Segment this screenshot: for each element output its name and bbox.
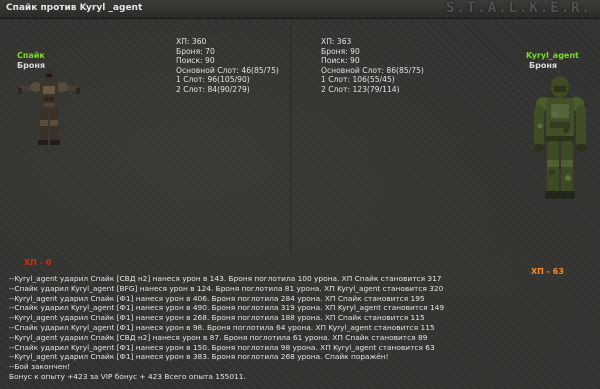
right-stat-hp: ХП: 363 — [321, 37, 352, 46]
exoskeleton-armor-figure-icon — [18, 70, 80, 145]
right-stat-main-slot: Основной Слот: 86(85/75) — [321, 65, 424, 75]
experience-bonus-line: Бонус к опыту +423 за VIP бонус + 423 Вс… — [9, 371, 246, 381]
log-line: --Kyryl_agent ударил Спайк [СВД н2] нане… — [9, 274, 442, 283]
battle-finished-line: --Бой закончен! — [9, 362, 71, 372]
left-fighter-stats: ХП: 360 Броня: 70 Поиск: 90 Основной Сло… — [176, 37, 279, 95]
log-line: --Kyryl_agent ударил Спайк [СВД н2] нане… — [9, 332, 428, 342]
right-fighter-hp-status: ХП - 63 — [531, 267, 564, 276]
log-line: --Спайк ударил Kyryl_agent [Ф1] нанеся у… — [9, 342, 435, 352]
log-line: --Спайк ударил Kyryl_agent [BFG] нанеся … — [9, 283, 444, 293]
left-fighter-name[interactable]: Спайк — [17, 51, 45, 60]
center-divider — [290, 24, 291, 252]
log-line: --Kyryl_agent ударил Спайк [Ф1] нанеся у… — [9, 293, 425, 303]
right-fighter-name[interactable]: Kyryl_agent — [526, 51, 579, 60]
right-stat-armor: Броня: 90 — [321, 46, 360, 56]
left-fighter-hp-status: ХП - 0 — [24, 258, 52, 267]
title-bar: Спайк против Kyryl _agent S.T.A.L.K.E.R. — [0, 0, 600, 19]
right-stat-slot-2: 2 Слот: 123(79/114) — [321, 84, 400, 94]
camo-armor-soldier-figure-icon — [534, 76, 586, 199]
log-line: --Спайк ударил Kyryl_agent [Ф1] нанеся у… — [9, 303, 445, 313]
battle-window: Спайк против Kyryl _agent S.T.A.L.K.E.R.… — [0, 0, 600, 389]
left-stat-armor: Броня: 70 — [176, 46, 215, 56]
right-fighter-armor-label: Броня — [529, 61, 557, 70]
log-line: --Спайк ударил Kyryl_agent [Ф1] нанеся у… — [9, 322, 435, 332]
stalker-logo: S.T.A.L.K.E.R. — [445, 0, 592, 16]
right-fighter-stats: ХП: 363 Броня: 90 Поиск: 90 Основной Сло… — [321, 37, 424, 95]
left-stat-slot-1: 1 Слот: 96(105/90) — [176, 75, 250, 85]
left-stat-search: Поиск: 90 — [176, 56, 215, 66]
battle-log: --Kyryl_agent ударил Спайк [СВД н2] нане… — [9, 274, 444, 382]
left-stat-hp: ХП: 360 — [176, 37, 207, 46]
log-line: --Kyryl_agent ударил Спайк [Ф1] нанеся у… — [9, 352, 389, 362]
right-stat-slot-1: 1 Слот: 106(55/45) — [321, 75, 395, 85]
log-line: --Kyryl_agent ударил Спайк [Ф1] нанеся у… — [9, 313, 425, 323]
battle-title: Спайк против Kyryl _agent — [6, 3, 143, 13]
left-stat-slot-2: 2 Слот: 84(90/279) — [176, 84, 250, 94]
left-stat-main-slot: Основной Слот: 46(85/75) — [176, 65, 279, 75]
right-stat-search: Поиск: 90 — [321, 56, 360, 66]
